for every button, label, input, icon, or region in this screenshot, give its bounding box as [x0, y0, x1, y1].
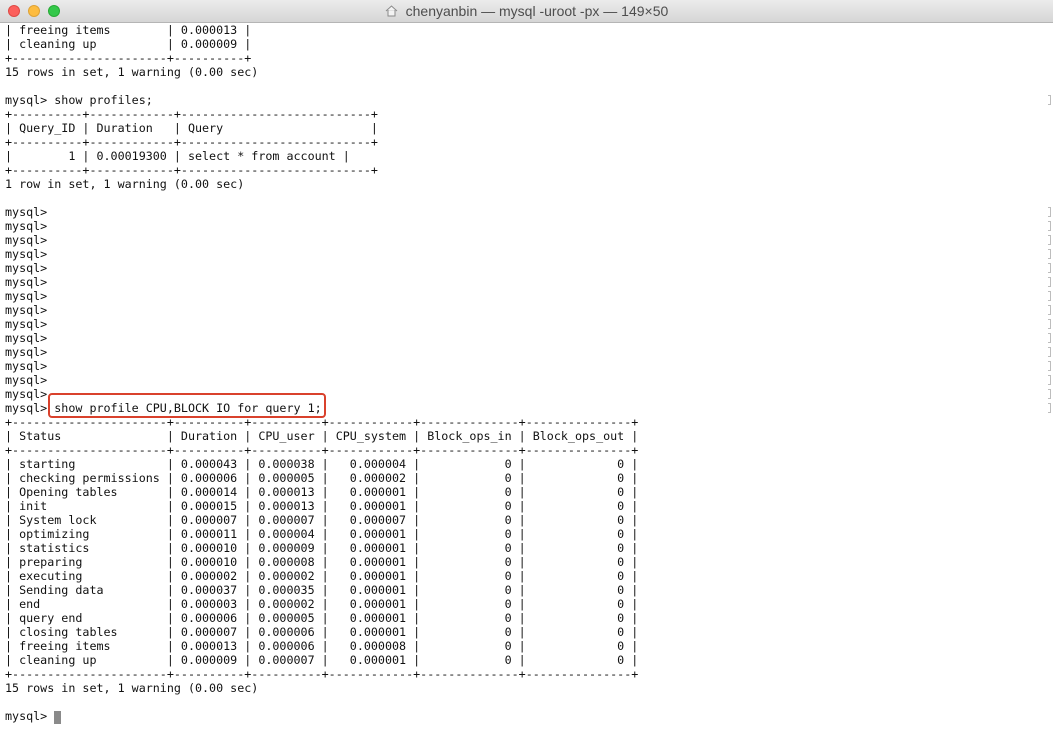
terminal-line: 1 row in set, 1 warning (0.00 sec) — [5, 177, 245, 191]
home-folder-icon — [385, 4, 398, 20]
terminal-line: +----------------------+----------+-----… — [5, 443, 639, 457]
terminal-line: +----------------------+----------+ — [5, 51, 252, 65]
terminal-line: 15 rows in set, 1 warning (0.00 sec) — [5, 65, 259, 79]
prompt-mark — [1048, 207, 1051, 217]
terminal-line: mysql> — [5, 289, 48, 303]
terminal-window: chenyanbin — mysql -uroot -px — 149×50 |… — [0, 0, 1053, 729]
terminal-line: mysql> show profiles; — [5, 93, 153, 107]
terminal-line: mysql> — [5, 261, 48, 275]
prompt-mark — [1048, 95, 1051, 105]
terminal-line: mysql> — [5, 275, 48, 289]
prompt-mark — [1048, 249, 1051, 259]
prompt-mark — [1048, 291, 1051, 301]
terminal-line: mysql> — [5, 317, 48, 331]
terminal-line: mysql> — [5, 387, 48, 401]
terminal-line: | executing | 0.000002 | 0.000002 | 0.00… — [5, 569, 639, 583]
terminal-line: mysql> — [5, 247, 48, 261]
terminal-line: | preparing | 0.000010 | 0.000008 | 0.00… — [5, 555, 639, 569]
terminal-line: | Query_ID | Duration | Query | — [5, 121, 378, 135]
terminal-line: +----------------------+----------+-----… — [5, 667, 639, 681]
terminal-line: | starting | 0.000043 | 0.000038 | 0.000… — [5, 457, 639, 471]
terminal-line: mysql> — [5, 373, 48, 387]
terminal-line: | statistics | 0.000010 | 0.000009 | 0.0… — [5, 541, 639, 555]
terminal-line: | optimizing | 0.000011 | 0.000004 | 0.0… — [5, 527, 639, 541]
prompt-mark — [1048, 333, 1051, 343]
terminal-content[interactable]: | freeing items | 0.000013 | | cleaning … — [0, 23, 1053, 729]
terminal-line: mysql> — [5, 233, 48, 247]
text-cursor — [54, 711, 61, 724]
terminal-line: mysql> — [5, 205, 48, 219]
prompt-mark — [1048, 305, 1051, 315]
prompt-mark — [1048, 277, 1051, 287]
terminal-line: | end | 0.000003 | 0.000002 | 0.000001 |… — [5, 597, 639, 611]
terminal-line: mysql> — [5, 331, 48, 345]
terminal-line: mysql> — [5, 359, 48, 373]
prompt-mark — [1048, 403, 1051, 413]
terminal-output: | freeing items | 0.000013 | | cleaning … — [0, 23, 1053, 723]
prompt-mark — [1048, 319, 1051, 329]
terminal-line: | freeing items | 0.000013 | — [5, 23, 252, 37]
terminal-line: mysql> — [5, 219, 48, 233]
terminal-line: mysql> — [5, 345, 48, 359]
prompt-mark — [1048, 235, 1051, 245]
terminal-line: | Status | Duration | CPU_user | CPU_sys… — [5, 429, 639, 443]
prompt-mark — [1048, 375, 1051, 385]
terminal-line: mysql> — [5, 303, 48, 317]
terminal-line: | System lock | 0.000007 | 0.000007 | 0.… — [5, 513, 639, 527]
window-title-container: chenyanbin — mysql -uroot -px — 149×50 — [0, 3, 1053, 20]
prompt-mark — [1048, 263, 1051, 273]
window-title: chenyanbin — mysql -uroot -px — 149×50 — [405, 3, 669, 19]
terminal-line: | init | 0.000015 | 0.000013 | 0.000001 … — [5, 499, 639, 513]
terminal-line: | cleaning up | 0.000009 | 0.000007 | 0.… — [5, 653, 639, 667]
prompt-mark — [1048, 221, 1051, 231]
terminal-line: +----------+------------+---------------… — [5, 135, 378, 149]
prompt-mark — [1048, 347, 1051, 357]
terminal-line: | freeing items | 0.000013 | 0.000006 | … — [5, 639, 639, 653]
terminal-line: 15 rows in set, 1 warning (0.00 sec) — [5, 681, 259, 695]
terminal-line: | query end | 0.000006 | 0.000005 | 0.00… — [5, 611, 639, 625]
terminal-line: +----------+------------+---------------… — [5, 163, 378, 177]
terminal-line: | Opening tables | 0.000014 | 0.000013 |… — [5, 485, 639, 499]
terminal-line: | Sending data | 0.000037 | 0.000035 | 0… — [5, 583, 639, 597]
terminal-line: +----------+------------+---------------… — [5, 107, 378, 121]
terminal-line: | 1 | 0.00019300 | select * from account… — [5, 149, 350, 163]
terminal-line: mysql> — [5, 709, 48, 723]
title-bar[interactable]: chenyanbin — mysql -uroot -px — 149×50 — [0, 0, 1053, 23]
prompt-mark — [1048, 361, 1051, 371]
prompt-mark — [1048, 389, 1051, 399]
terminal-line: | cleaning up | 0.000009 | — [5, 37, 252, 51]
terminal-line: | checking permissions | 0.000006 | 0.00… — [5, 471, 639, 485]
scroll-marks — [1047, 23, 1053, 729]
highlighted-command-box — [48, 393, 326, 418]
terminal-line: | closing tables | 0.000007 | 0.000006 |… — [5, 625, 639, 639]
